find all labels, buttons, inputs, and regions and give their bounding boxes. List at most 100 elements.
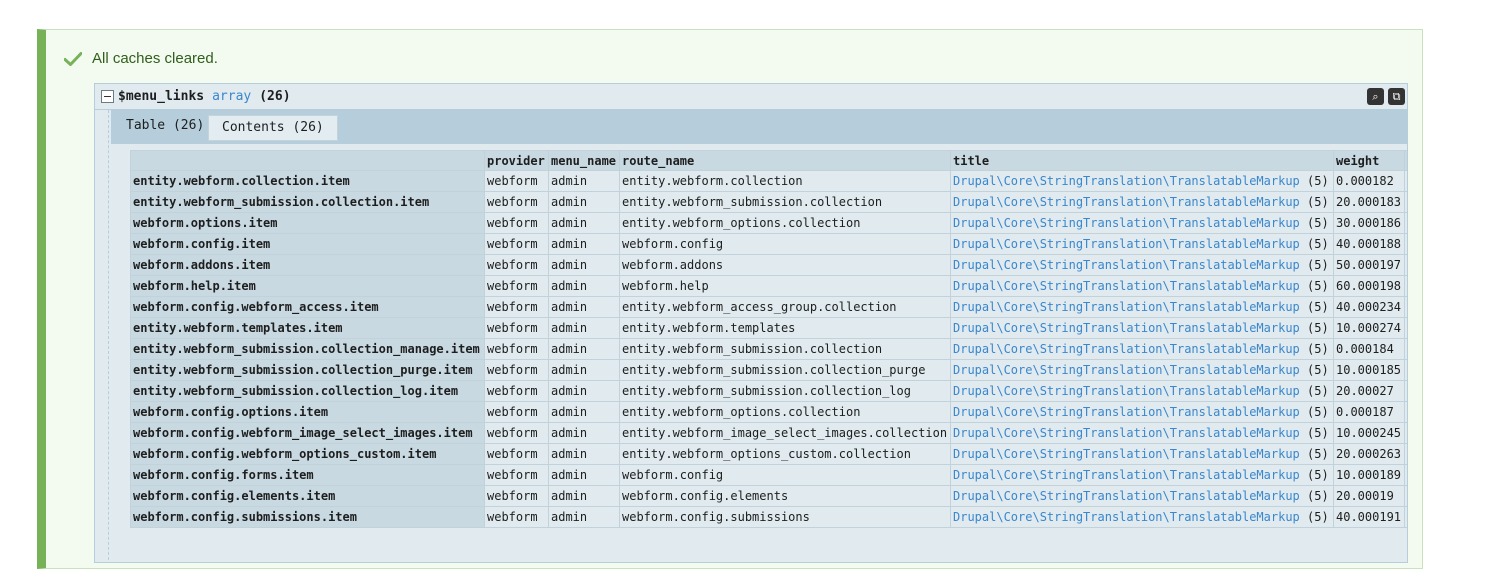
cell-weight: 0.000184: [1333, 338, 1405, 360]
cell-menu-name: admin: [548, 422, 620, 444]
cell-provider: webform: [484, 380, 549, 402]
cell-title: Drupal\Core\StringTranslation\Translatab…: [950, 401, 1334, 423]
check-icon: [64, 51, 82, 66]
table-row: webform.config.forms.item webform admin …: [130, 464, 1407, 486]
cell-menu-name: admin: [548, 359, 620, 381]
cell-extra: w: [1404, 485, 1407, 507]
cell-extra: e: [1404, 296, 1407, 318]
table-header-row: provider menu_name route_name title weig…: [130, 150, 1407, 171]
title-class-link[interactable]: Drupal\Core\StringTranslation\Translatab…: [953, 510, 1300, 524]
collapse-toggle-icon[interactable]: [101, 90, 114, 103]
cell-weight: 20.000263: [1333, 443, 1405, 465]
title-class-link[interactable]: Drupal\Core\StringTranslation\Translatab…: [953, 279, 1300, 293]
column-header-route-name: route_name: [619, 150, 951, 171]
title-count: (5): [1307, 300, 1329, 314]
cell-extra: e: [1404, 191, 1407, 213]
cell-route-name: webform.config.submissions: [619, 506, 951, 528]
title-class-link[interactable]: Drupal\Core\StringTranslation\Translatab…: [953, 405, 1300, 419]
cell-menu-name: admin: [548, 401, 620, 423]
title-class-link[interactable]: Drupal\Core\StringTranslation\Translatab…: [953, 321, 1300, 335]
cell-provider: webform: [484, 170, 549, 192]
title-class-link[interactable]: Drupal\Core\StringTranslation\Translatab…: [953, 195, 1300, 209]
row-key: entity.webform_submission.collection.ite…: [130, 191, 485, 213]
kint-var-size: (26): [259, 89, 291, 104]
cell-provider: webform: [484, 338, 549, 360]
cell-menu-name: admin: [548, 317, 620, 339]
cell-menu-name: admin: [548, 191, 620, 213]
table-row: webform.config.item webform admin webfor…: [130, 233, 1407, 255]
cell-menu-name: admin: [548, 380, 620, 402]
cell-route-name: webform.config: [619, 464, 951, 486]
title-class-link[interactable]: Drupal\Core\StringTranslation\Translatab…: [953, 489, 1300, 503]
title-class-link[interactable]: Drupal\Core\StringTranslation\Translatab…: [953, 300, 1300, 314]
cell-provider: webform: [484, 464, 549, 486]
title-class-link[interactable]: Drupal\Core\StringTranslation\Translatab…: [953, 447, 1300, 461]
title-class-link[interactable]: Drupal\Core\StringTranslation\Translatab…: [953, 363, 1300, 377]
cell-weight: 40.000234: [1333, 296, 1405, 318]
cell-route-name: entity.webform_submission.collection: [619, 338, 951, 360]
popout-icon[interactable]: ⧉: [1388, 88, 1405, 105]
search-icon[interactable]: ⌕: [1367, 88, 1384, 105]
cell-title: Drupal\Core\StringTranslation\Translatab…: [950, 506, 1334, 528]
title-class-link[interactable]: Drupal\Core\StringTranslation\Translatab…: [953, 237, 1300, 251]
cell-title: Drupal\Core\StringTranslation\Translatab…: [950, 233, 1334, 255]
title-count: (5): [1307, 489, 1329, 503]
title-count: (5): [1307, 237, 1329, 251]
title-count: (5): [1307, 258, 1329, 272]
title-count: (5): [1307, 174, 1329, 188]
title-class-link[interactable]: Drupal\Core\StringTranslation\Translatab…: [953, 426, 1300, 440]
title-class-link[interactable]: Drupal\Core\StringTranslation\Translatab…: [953, 384, 1300, 398]
column-header-provider: provider: [484, 150, 549, 171]
row-key: entity.webform_submission.collection_pur…: [130, 359, 485, 381]
row-key: webform.config.forms.item: [130, 464, 485, 486]
row-key: entity.webform.collection.item: [130, 170, 485, 192]
cell-route-name: entity.webform.collection: [619, 170, 951, 192]
kint-var-type: array: [212, 89, 252, 104]
cell-menu-name: admin: [548, 170, 620, 192]
cell-title: Drupal\Core\StringTranslation\Translatab…: [950, 359, 1334, 381]
cell-title: Drupal\Core\StringTranslation\Translatab…: [950, 422, 1334, 444]
cell-route-name: entity.webform.templates: [619, 317, 951, 339]
cell-weight: 10.000274: [1333, 317, 1405, 339]
kint-dump: $menu_links array (26) ⌕ ⧉ Table (26) Co…: [94, 83, 1408, 563]
title-count: (5): [1307, 363, 1329, 377]
cell-provider: webform: [484, 212, 549, 234]
kint-body: Table (26) Contents (26) provider menu_n…: [108, 110, 1407, 562]
title-count: (5): [1307, 384, 1329, 398]
cell-weight: 10.000245: [1333, 422, 1405, 444]
cell-extra: e: [1404, 275, 1407, 297]
table-row: webform.config.elements.item webform adm…: [130, 485, 1407, 507]
cell-title: Drupal\Core\StringTranslation\Translatab…: [950, 464, 1334, 486]
cell-weight: 20.000183: [1333, 191, 1405, 213]
title-count: (5): [1307, 468, 1329, 482]
title-class-link[interactable]: Drupal\Core\StringTranslation\Translatab…: [953, 342, 1300, 356]
cell-extra: e: [1404, 380, 1407, 402]
title-class-link[interactable]: Drupal\Core\StringTranslation\Translatab…: [953, 174, 1300, 188]
status-message-line: All caches cleared.: [64, 50, 218, 67]
cell-title: Drupal\Core\StringTranslation\Translatab…: [950, 443, 1334, 465]
cell-provider: webform: [484, 443, 549, 465]
cell-weight: 60.000198: [1333, 275, 1405, 297]
cell-title: Drupal\Core\StringTranslation\Translatab…: [950, 170, 1334, 192]
cell-extra: w: [1404, 401, 1407, 423]
menu-links-table: provider menu_name route_name title weig…: [130, 150, 1407, 528]
cell-extra: e: [1404, 317, 1407, 339]
cell-menu-name: admin: [548, 338, 620, 360]
title-class-link[interactable]: Drupal\Core\StringTranslation\Translatab…: [953, 216, 1300, 230]
tab-table[interactable]: Table (26): [113, 114, 218, 140]
row-key: entity.webform.templates.item: [130, 317, 485, 339]
kint-header-icons: ⌕ ⧉: [1367, 88, 1405, 105]
title-class-link[interactable]: Drupal\Core\StringTranslation\Translatab…: [953, 258, 1300, 272]
tab-contents[interactable]: Contents (26): [208, 115, 338, 141]
title-count: (5): [1307, 510, 1329, 524]
kint-header[interactable]: $menu_links array (26) ⌕ ⧉: [95, 84, 1407, 110]
row-key: entity.webform_submission.collection_log…: [130, 380, 485, 402]
cell-title: Drupal\Core\StringTranslation\Translatab…: [950, 485, 1334, 507]
cell-extra: e: [1404, 254, 1407, 276]
cell-extra: e: [1404, 233, 1407, 255]
cell-extra: e: [1404, 212, 1407, 234]
title-class-link[interactable]: Drupal\Core\StringTranslation\Translatab…: [953, 468, 1300, 482]
cell-route-name: webform.addons: [619, 254, 951, 276]
cell-title: Drupal\Core\StringTranslation\Translatab…: [950, 317, 1334, 339]
cell-provider: webform: [484, 422, 549, 444]
